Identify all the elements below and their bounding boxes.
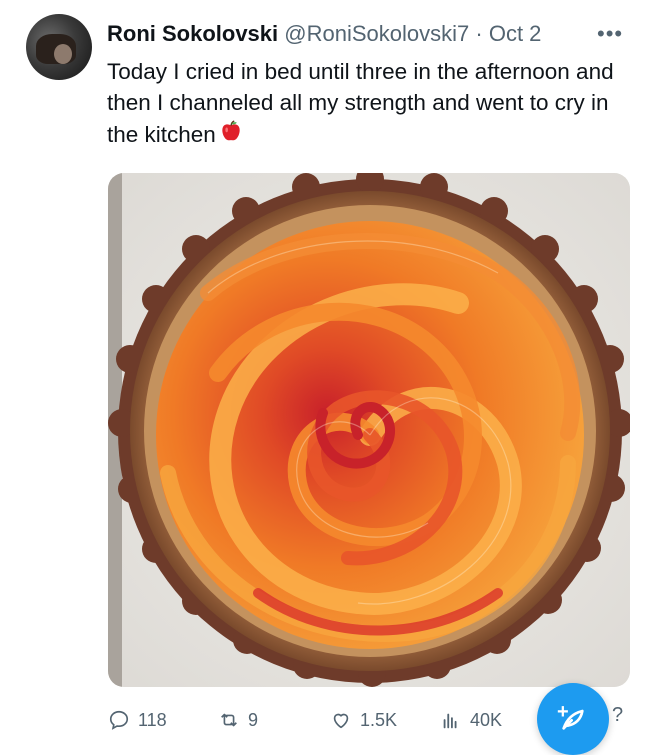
reply-icon — [109, 710, 129, 730]
views-icon — [443, 713, 457, 729]
compose-button[interactable]: + — [537, 683, 609, 755]
avatar[interactable] — [26, 14, 92, 80]
reply-count: 118 — [138, 709, 167, 730]
retweet-icon — [221, 713, 237, 727]
red-apple-icon — [218, 118, 244, 152]
tweet-body: Today I cried in bed until three in the … — [107, 59, 614, 147]
author-handle[interactable]: @RoniSokolovski7 — [284, 21, 469, 46]
like-button[interactable]: 1.5K — [330, 700, 397, 740]
heart-icon — [333, 713, 349, 729]
more-options-icon[interactable]: ••• — [597, 20, 623, 48]
apple-tart-illustration — [108, 173, 630, 687]
tweet-image[interactable] — [108, 173, 630, 687]
plus-icon: + — [557, 701, 569, 723]
avatar-face — [54, 44, 72, 64]
tweet-text: Today I cried in bed until three in the … — [107, 56, 637, 152]
retweet-count: 9 — [248, 709, 259, 730]
tweet-date[interactable]: Oct 2 — [489, 21, 542, 46]
views-button[interactable]: 40K — [440, 700, 502, 740]
author-name[interactable]: Roni Sokolovski — [107, 21, 278, 46]
views-count: 40K — [470, 709, 503, 730]
reply-button[interactable]: 118 — [108, 700, 167, 740]
retweet-button[interactable]: 9 — [218, 700, 258, 740]
separator-dot: · — [475, 21, 483, 46]
like-count: 1.5K — [360, 709, 398, 730]
tweet-header: Roni Sokolovski @RoniSokolovski7 · Oct 2 — [107, 20, 541, 48]
overflow-glyph: ? — [612, 704, 624, 726]
